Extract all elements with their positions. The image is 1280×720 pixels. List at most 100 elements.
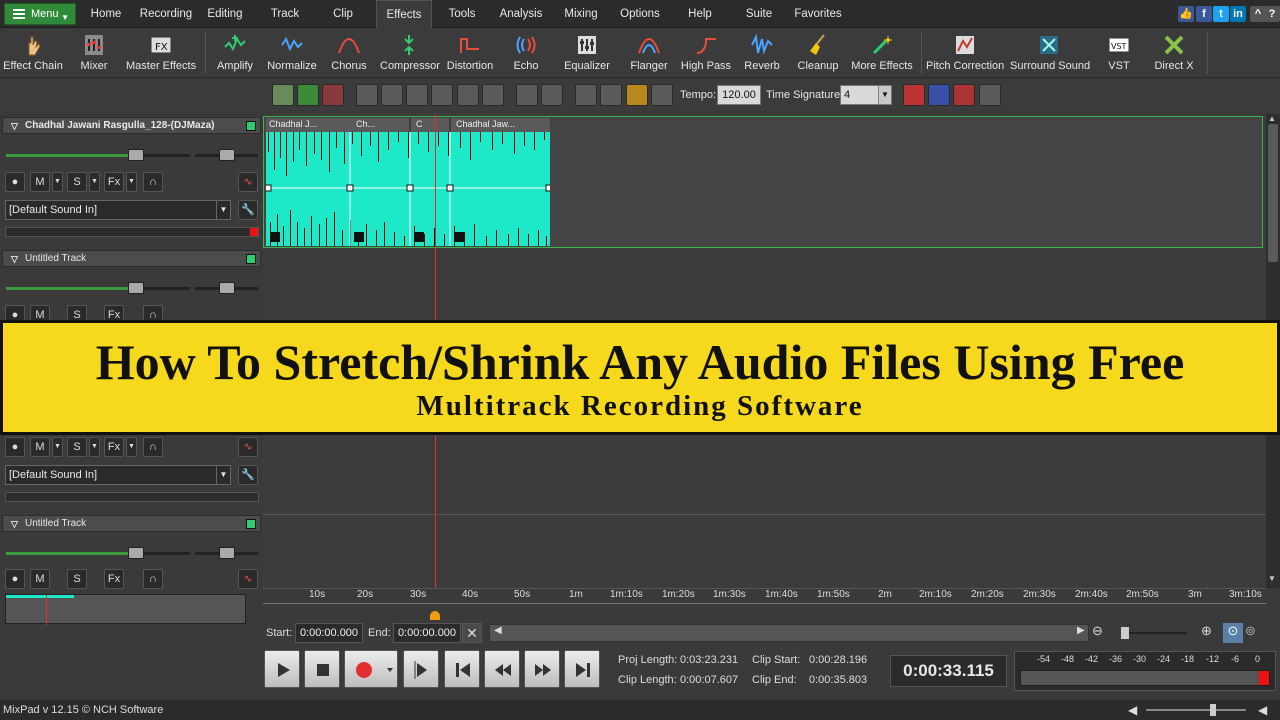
snap-icon[interactable] xyxy=(928,84,950,106)
undo-icon[interactable] xyxy=(272,84,294,106)
solo-button[interactable]: S xyxy=(67,569,87,589)
fx-dropdown[interactable]: ▼ xyxy=(126,172,137,192)
start-time-field[interactable]: 0:00:00.000 xyxy=(295,623,363,643)
mute-button[interactable]: M xyxy=(30,172,50,192)
time-ruler[interactable]: 10s 20s 30s 40s 50s 1m 1m:10s 1m:20s 1m:… xyxy=(263,588,1266,621)
zoom-selection-icon[interactable]: ⊚ xyxy=(1245,623,1265,643)
time-signature-select[interactable]: 4 ▼ xyxy=(840,85,892,105)
tab-home[interactable]: Home xyxy=(84,0,128,28)
mixer-button[interactable]: Mixer xyxy=(72,31,116,75)
wrench-icon[interactable]: 🔧 xyxy=(238,200,258,220)
tab-options[interactable]: Options xyxy=(618,0,662,28)
pitch-correction-button[interactable]: Pitch Correction xyxy=(926,31,1004,75)
wrench-icon[interactable]: 🔧 xyxy=(238,465,258,485)
automation-icon[interactable]: ∿ xyxy=(238,437,258,457)
compressor-button[interactable]: Compressor xyxy=(380,31,440,75)
menu-button[interactable]: Menu ▼ xyxy=(4,3,76,25)
more-effects-button[interactable]: More Effects xyxy=(850,31,914,75)
speaker-loud-icon[interactable]: ◀ xyxy=(1258,700,1267,720)
echo-button[interactable]: Echo xyxy=(506,31,546,75)
record-arm-button[interactable]: ● xyxy=(5,172,25,192)
tab-tools[interactable]: Tools xyxy=(444,0,480,28)
automation-icon[interactable]: ∿ xyxy=(238,569,258,589)
solo-button[interactable]: S xyxy=(67,437,87,457)
collapse-icon[interactable]: ▽ xyxy=(11,517,18,532)
track-name[interactable]: ▽ Untitled Track xyxy=(2,250,261,267)
track-color-swatch[interactable] xyxy=(246,519,256,529)
group-icon[interactable] xyxy=(431,84,453,106)
coin-icon[interactable] xyxy=(626,84,648,106)
join-icon[interactable] xyxy=(381,84,403,106)
mute-dropdown[interactable]: ▼ xyxy=(52,437,63,457)
reverb-button[interactable]: Reverb xyxy=(740,31,784,75)
collapse-icon[interactable]: ▽ xyxy=(11,252,18,267)
marker-icon[interactable] xyxy=(979,84,1001,106)
fx-button[interactable]: Fx xyxy=(104,569,124,589)
solo-dropdown[interactable]: ▼ xyxy=(89,437,100,457)
tab-recording[interactable]: Recording xyxy=(138,0,194,28)
chorus-button[interactable]: Chorus xyxy=(326,31,372,75)
waveform[interactable] xyxy=(266,118,550,246)
tab-track[interactable]: Track xyxy=(264,0,306,28)
clear-selection-icon[interactable]: ✕ xyxy=(462,623,482,643)
tab-effects[interactable]: Effects xyxy=(376,0,432,28)
fx-button[interactable]: Fx xyxy=(104,437,124,457)
delete-track-icon[interactable] xyxy=(322,84,344,106)
input-select[interactable]: [Default Sound In] ▼ xyxy=(5,200,231,220)
tempo-input[interactable]: 120.00 xyxy=(717,85,761,105)
automation-icon[interactable]: ∿ xyxy=(238,172,258,192)
pan-slider[interactable] xyxy=(195,546,258,560)
collapse-icon[interactable]: ▽ xyxy=(11,119,18,134)
volume-slider[interactable] xyxy=(6,546,190,560)
link-icon[interactable] xyxy=(457,84,479,106)
speaker-icon[interactable]: ◀ xyxy=(1128,700,1137,720)
effect-chain-button[interactable]: Effect Chain xyxy=(2,31,64,75)
volume-slider[interactable] xyxy=(6,281,190,295)
equalizer-button[interactable]: Equalizer xyxy=(556,31,618,75)
master-effects-button[interactable]: FX Master Effects xyxy=(126,31,196,75)
tab-help[interactable]: Help xyxy=(684,0,716,28)
tab-mixing[interactable]: Mixing xyxy=(560,0,602,28)
headphones-icon[interactable]: ∩ xyxy=(143,437,163,457)
video-icon[interactable] xyxy=(541,84,563,106)
master-volume-slider[interactable] xyxy=(1146,704,1246,716)
record-button[interactable] xyxy=(344,650,398,688)
add-track-icon[interactable] xyxy=(297,84,319,106)
headphones-icon[interactable]: ∩ xyxy=(143,172,163,192)
twitter-icon[interactable]: t xyxy=(1213,6,1229,22)
cleanup-button[interactable]: Cleanup xyxy=(794,31,842,75)
normalize-button[interactable]: Normalize xyxy=(266,31,318,75)
facebook-icon[interactable]: f xyxy=(1196,6,1212,22)
grid-icon[interactable] xyxy=(903,84,925,106)
unlink-icon[interactable] xyxy=(482,84,504,106)
high-pass-button[interactable]: High Pass xyxy=(680,31,732,75)
tempo-icon[interactable] xyxy=(651,84,673,106)
mute-dropdown[interactable]: ▼ xyxy=(52,172,63,192)
loop-icon[interactable] xyxy=(953,84,975,106)
horizontal-scrollbar[interactable]: ◀ xyxy=(489,624,1089,642)
tab-suite[interactable]: Suite xyxy=(742,0,776,28)
flanger-button[interactable]: Flanger xyxy=(626,31,672,75)
tab-favorites[interactable]: Favorites xyxy=(792,0,844,28)
solo-button[interactable]: S xyxy=(67,172,87,192)
volume-slider[interactable] xyxy=(6,148,190,162)
clip-label[interactable]: Chadhal Jaw... xyxy=(456,118,548,131)
tab-analysis[interactable]: Analysis xyxy=(498,0,544,28)
input-select[interactable]: [Default Sound In] ▼ xyxy=(5,465,231,485)
zoom-out-icon[interactable]: ⊖ xyxy=(1092,623,1112,643)
scroll-right-icon[interactable]: ▶ xyxy=(1077,625,1085,636)
mute-button[interactable]: M xyxy=(30,569,50,589)
mute-button[interactable]: M xyxy=(30,437,50,457)
overview-panel[interactable] xyxy=(5,594,246,625)
tab-clip[interactable]: Clip xyxy=(326,0,360,28)
linkedin-icon[interactable]: in xyxy=(1230,6,1246,22)
zoom-in-icon[interactable]: ⊕ xyxy=(1201,623,1221,643)
clip-label[interactable]: C xyxy=(416,118,444,131)
help-icon[interactable]: ? xyxy=(1264,6,1280,22)
rewind-button[interactable] xyxy=(484,650,520,688)
go-to-end-button[interactable] xyxy=(564,650,600,688)
surround-sound-button[interactable]: Surround Sound xyxy=(1010,31,1090,75)
tab-editing[interactable]: Editing xyxy=(202,0,248,28)
record-arm-button[interactable]: ● xyxy=(5,437,25,457)
track-name[interactable]: ▽ Untitled Track xyxy=(2,515,261,532)
